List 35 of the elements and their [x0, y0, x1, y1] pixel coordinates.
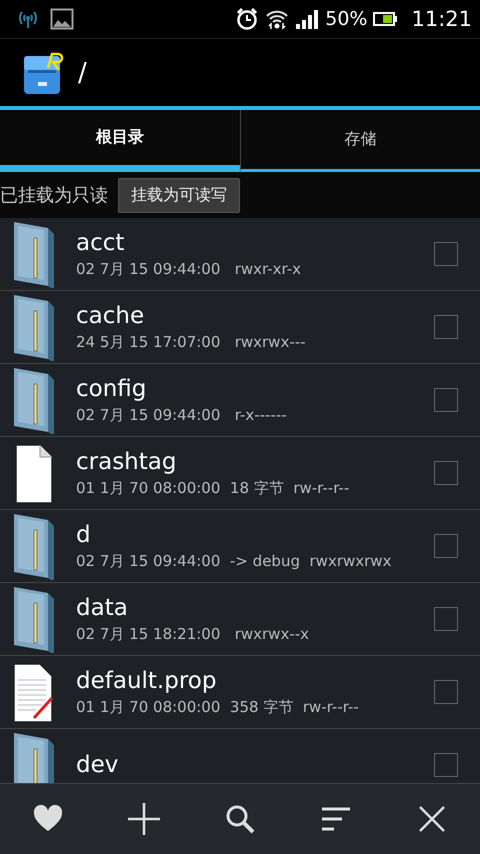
file-name: default.prop [76, 668, 216, 694]
checkbox[interactable] [434, 461, 458, 485]
checkbox[interactable] [434, 242, 458, 266]
status-time: 11:21 [411, 7, 472, 31]
current-path: / [78, 58, 87, 88]
file-name: crashtag [76, 448, 176, 474]
search-icon [224, 803, 256, 835]
file-details: 24 5月 15 17:07:00 rwxrwx--- [76, 332, 306, 352]
file-name: dev [76, 752, 118, 778]
checkbox[interactable] [434, 388, 458, 412]
file-name: acct [76, 230, 124, 256]
file-name: d [76, 522, 91, 548]
file-name: cache [76, 302, 144, 328]
file-details: 02 7月 15 09:44:00 r-x------ [76, 406, 287, 424]
plus-icon [128, 803, 160, 835]
file-name: config [76, 376, 146, 402]
file-details: 02 7月 15 18:21:00 rwxrwx--x [76, 624, 310, 644]
checkbox[interactable] [434, 680, 458, 704]
checkbox[interactable] [434, 607, 458, 631]
file-name: data [76, 594, 128, 620]
checkbox[interactable] [434, 753, 458, 777]
file-details: 01 1月 70 08:00:00 358 字节 rw-r--r-- [76, 698, 359, 716]
alarm-icon [235, 7, 260, 31]
checkbox[interactable] [434, 315, 458, 339]
signal-icon [295, 8, 320, 30]
mount-button[interactable]: 挂载为可读写 [118, 178, 240, 212]
mount-status: 已挂载为只读 [0, 184, 108, 207]
file-details: 02 7月 15 09:44:00 rwxr-xr-x [76, 260, 301, 278]
file-details: 01 1月 70 08:00:00 18 字节 rw-r--r-- [76, 478, 350, 498]
file-details: 02 7月 15 09:44:00 -> debug rwxrwxrwx [76, 552, 392, 570]
battery-percent: 50% [325, 8, 368, 30]
image-icon [50, 8, 74, 30]
checkbox[interactable] [434, 534, 458, 558]
wifi-icon [265, 8, 290, 30]
battery-icon [373, 11, 398, 27]
